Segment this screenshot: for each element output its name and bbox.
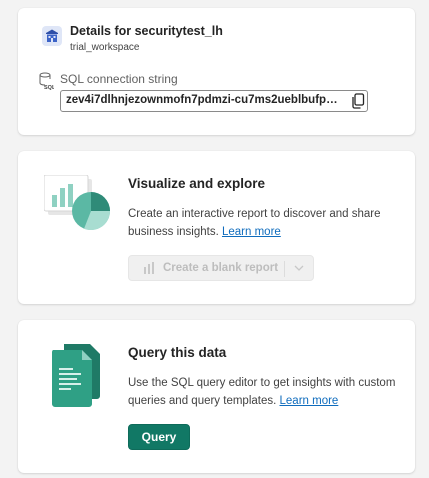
workspace-name: trial_workspace [70,42,140,53]
query-button[interactable]: Query [128,424,190,450]
query-description-text: Use the SQL query editor to get insights… [128,377,396,407]
query-learn-more-link[interactable]: Learn more [280,395,339,407]
split-divider [284,261,285,277]
query-document-illustration-icon [52,344,100,407]
query-description: Use the SQL query editor to get insights… [128,374,398,410]
visualize-learn-more-link[interactable]: Learn more [222,226,281,238]
details-card: Details for securitytest_lh trial_worksp… [18,8,415,135]
visualize-title: Visualize and explore [128,176,266,191]
svg-text:SQL: SQL [44,85,54,90]
lakehouse-icon [42,26,62,46]
bar-chart-icon [144,262,154,274]
details-title: Details for securitytest_lh [70,24,223,38]
create-blank-report-button[interactable]: Create a blank report [128,255,314,281]
visualize-description: Create an interactive report to discover… [128,205,398,241]
sql-database-icon: SQL [39,72,54,90]
query-title: Query this data [128,345,227,360]
query-card: Query this data Use the SQL query editor… [18,320,415,473]
report-chart-illustration-icon [44,175,111,231]
chevron-down-icon[interactable] [294,264,304,272]
sql-connection-label: SQL connection string [60,72,178,86]
sql-connection-string-field[interactable]: zev4i7dlhnjezownmofn7pdmzi-cu7ms2ueblbuf… [60,90,368,112]
create-blank-report-label: Create a blank report [163,262,279,274]
visualize-card: Visualize and explore Create an interact… [18,151,415,304]
copy-icon[interactable] [351,93,365,109]
